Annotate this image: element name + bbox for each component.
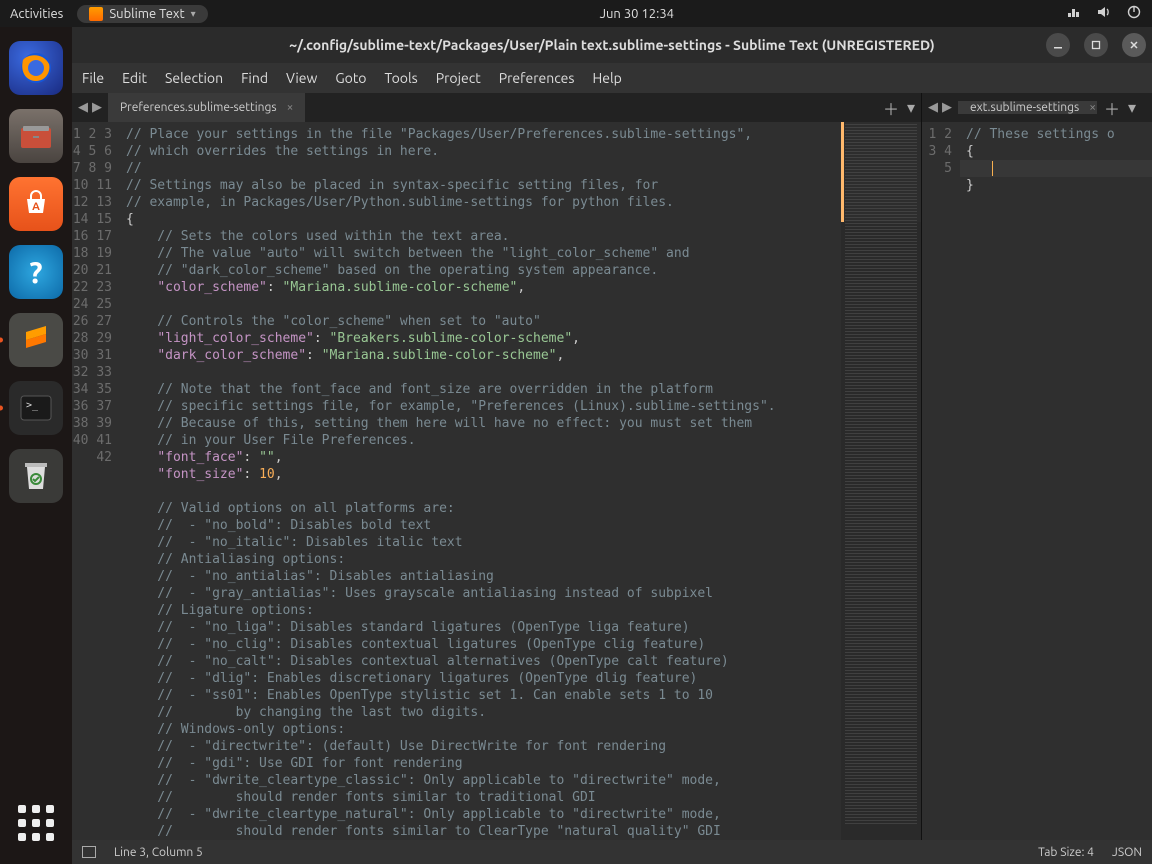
chevron-down-icon: ▾ (191, 8, 196, 20)
editor-pane-left: ◀ ▶ Preferences.sublime-settings × ＋ ▾ 1… (72, 93, 922, 840)
ubuntu-dock: A ? >_ (0, 27, 72, 864)
tab-nav-prev-icon[interactable]: ◀ (926, 100, 940, 115)
tab-label: Preferences.sublime-settings (120, 101, 277, 114)
window-titlebar[interactable]: ~/.config/sublime-text/Packages/User/Pla… (72, 27, 1152, 63)
editor-body-left[interactable]: 1 2 3 4 5 6 7 8 9 10 11 12 13 14 15 16 1… (72, 122, 921, 840)
tab-overflow-icon[interactable]: ▾ (907, 98, 915, 117)
activities-button[interactable]: Activities (10, 7, 63, 21)
tab-overflow-icon[interactable]: ▾ (1128, 98, 1136, 117)
code-left[interactable]: // Place your settings in the file "Pack… (120, 122, 841, 840)
tab-close-icon[interactable]: × (287, 101, 294, 114)
statusbar: Line 3, Column 5 Tab Size: 4 JSON (72, 840, 1152, 864)
status-syntax[interactable]: JSON (1112, 846, 1142, 859)
menu-view[interactable]: View (286, 70, 317, 86)
close-button[interactable] (1122, 33, 1146, 57)
power-icon[interactable] (1126, 4, 1142, 23)
topbar-app-menu[interactable]: Sublime Text ▾ (77, 5, 207, 23)
editor-pane-right: ◀ ▶ ext.sublime-settings × ＋ ▾ 1 2 3 4 5… (922, 93, 1152, 840)
minimap-left[interactable] (841, 122, 921, 840)
menu-find[interactable]: Find (241, 70, 268, 86)
panel-switcher-icon[interactable] (82, 846, 96, 858)
status-tab-size[interactable]: Tab Size: 4 (1038, 846, 1094, 859)
menu-project[interactable]: Project (436, 70, 481, 86)
dock-help[interactable]: ? (9, 245, 63, 299)
menu-goto[interactable]: Goto (335, 70, 366, 86)
tab-nav-next-icon[interactable]: ▶ (90, 100, 104, 115)
menu-edit[interactable]: Edit (122, 70, 147, 86)
gutter-left: 1 2 3 4 5 6 7 8 9 10 11 12 13 14 15 16 1… (72, 122, 120, 840)
menu-file[interactable]: File (82, 70, 104, 86)
tab-close-icon[interactable]: × (1089, 101, 1096, 114)
gutter-right: 1 2 3 4 5 (922, 122, 960, 840)
new-tab-icon[interactable]: ＋ (883, 96, 899, 120)
sublime-window: ~/.config/sublime-text/Packages/User/Pla… (72, 27, 1152, 864)
tab-preferences[interactable]: Preferences.sublime-settings × (108, 93, 306, 122)
dock-sublime[interactable] (9, 313, 63, 367)
dock-software[interactable]: A (9, 177, 63, 231)
minimize-button[interactable] (1046, 33, 1070, 57)
menubar: File Edit Selection Find View Goto Tools… (72, 63, 1152, 93)
svg-text:A: A (32, 201, 40, 213)
dock-show-apps[interactable] (9, 796, 63, 850)
tab-label: ext.sublime-settings (970, 101, 1079, 114)
menu-selection[interactable]: Selection (165, 70, 223, 86)
tabbar-right: ◀ ▶ ext.sublime-settings × ＋ ▾ (922, 93, 1152, 122)
volume-icon[interactable] (1096, 4, 1112, 23)
menu-help[interactable]: Help (592, 70, 621, 86)
tab-nav-prev-icon[interactable]: ◀ (76, 100, 90, 115)
dock-trash[interactable] (9, 449, 63, 503)
tabbar-left: ◀ ▶ Preferences.sublime-settings × ＋ ▾ (72, 93, 921, 122)
dock-files[interactable] (9, 109, 63, 163)
svg-text:>_: >_ (26, 400, 39, 411)
dock-terminal[interactable]: >_ (9, 381, 63, 435)
code-right[interactable]: // These settings o { } (960, 122, 1152, 840)
menu-tools[interactable]: Tools (385, 70, 418, 86)
new-tab-icon[interactable]: ＋ (1104, 96, 1120, 120)
sublime-icon (89, 7, 103, 21)
topbar-app-name: Sublime Text (109, 7, 184, 21)
topbar-clock[interactable]: Jun 30 12:34 (600, 7, 674, 21)
network-icon[interactable] (1066, 4, 1082, 23)
gnome-topbar: Activities Sublime Text ▾ Jun 30 12:34 (0, 0, 1152, 27)
dock-firefox[interactable] (9, 41, 63, 95)
window-title: ~/.config/sublime-text/Packages/User/Pla… (289, 37, 935, 53)
menu-preferences[interactable]: Preferences (499, 70, 575, 86)
maximize-button[interactable] (1084, 33, 1108, 57)
tab-plaintext-settings[interactable]: ext.sublime-settings × (958, 101, 1098, 114)
status-position[interactable]: Line 3, Column 5 (114, 846, 203, 859)
tab-nav-next-icon[interactable]: ▶ (940, 100, 954, 115)
editor-body-right[interactable]: 1 2 3 4 5 // These settings o { } (922, 122, 1152, 840)
